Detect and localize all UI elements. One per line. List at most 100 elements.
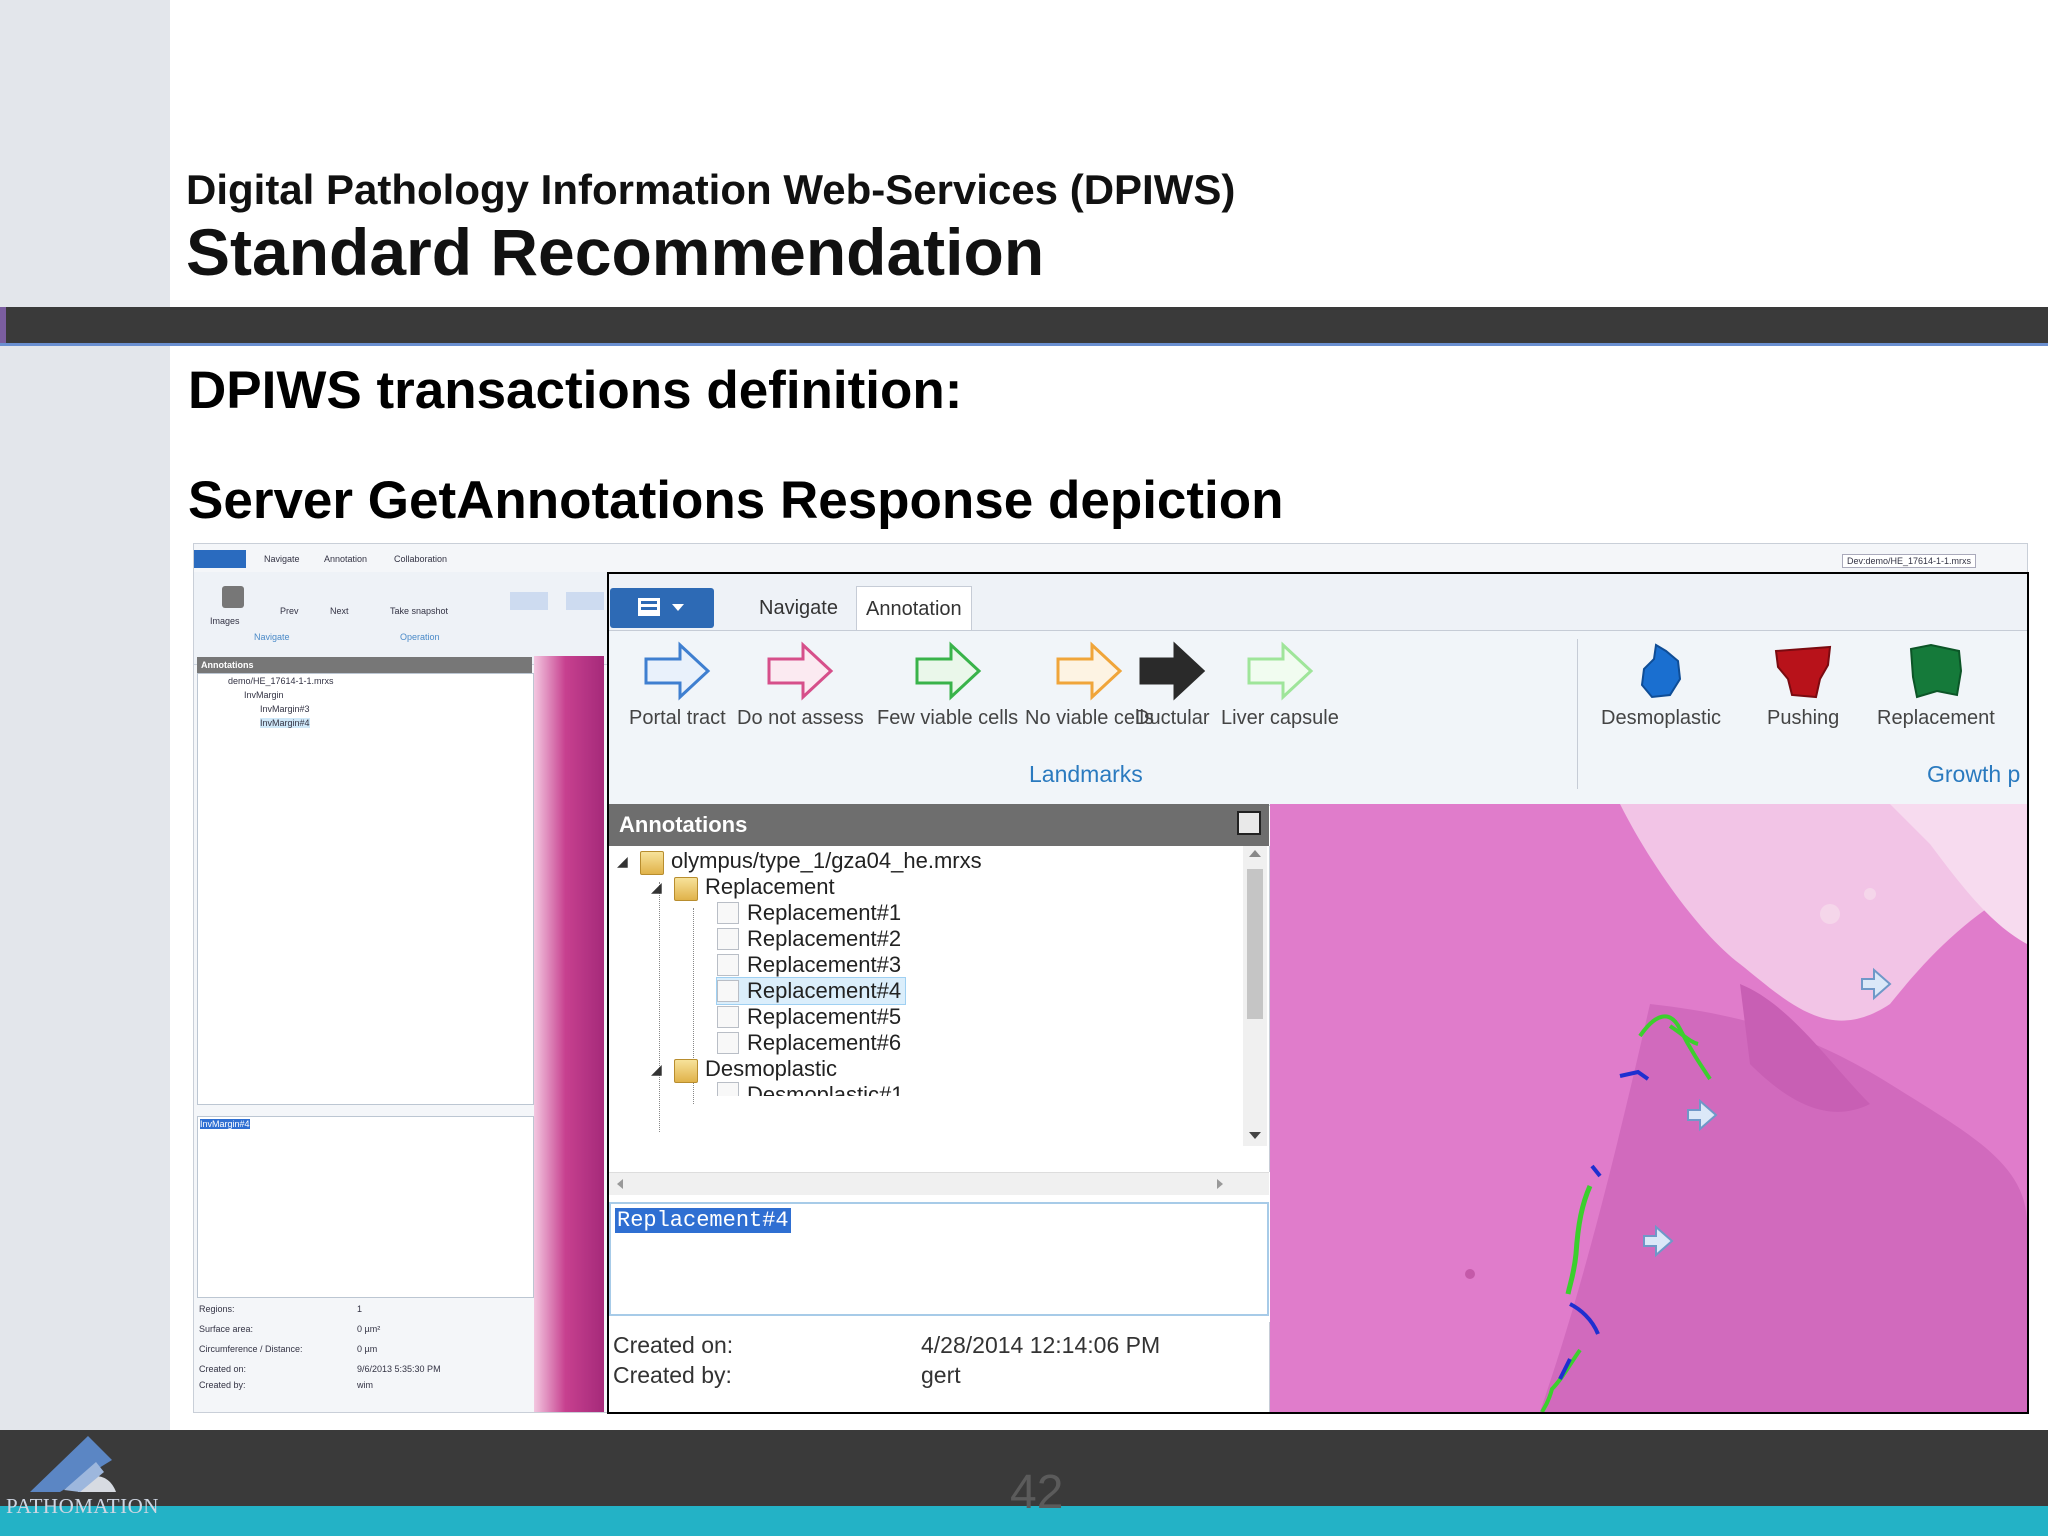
- tree-item[interactable]: Replacement#2: [717, 926, 901, 952]
- tree-horizontal-scrollbar[interactable]: [609, 1172, 1269, 1195]
- tree-item[interactable]: Replacement#3: [717, 952, 901, 978]
- tree-item-label: Replacement#5: [747, 1004, 902, 1029]
- checkbox[interactable]: [717, 1082, 739, 1096]
- few-viable-cells-arrow-icon: [915, 641, 981, 701]
- bg-info-label: Surface area:: [199, 1324, 254, 1334]
- section-subheading: Server GetAnnotations Response depiction: [188, 471, 1284, 530]
- scroll-right-icon[interactable]: [1217, 1179, 1223, 1189]
- group-label-landmarks: Landmarks: [1029, 761, 1143, 787]
- bg-tree-folder[interactable]: InvMargin: [244, 690, 284, 700]
- folder-icon: [639, 848, 665, 875]
- checkbox[interactable]: [717, 980, 739, 1002]
- tab-annotation[interactable]: Annotation: [856, 586, 972, 631]
- checkbox[interactable]: [717, 902, 739, 924]
- replacement-region-icon: [1909, 643, 1962, 699]
- tool-portal-tract[interactable]: Portal tract: [629, 641, 726, 730]
- tool-pushing[interactable]: Pushing: [1767, 641, 1839, 730]
- tree-root[interactable]: ◢ olympus/type_1/gza04_he.mrxs: [617, 848, 982, 875]
- tree-item-label: Desmoplastic#1: [747, 1082, 904, 1096]
- tool-do-not-assess[interactable]: Do not assess: [737, 641, 864, 730]
- tree-folder-desmoplastic[interactable]: ◢ Desmoplastic: [651, 1056, 838, 1083]
- bg-info-label: Created by:: [199, 1380, 246, 1390]
- scroll-down-icon[interactable]: [1249, 1132, 1261, 1139]
- tool-few-viable-cells[interactable]: Few viable cells: [877, 641, 1018, 730]
- created-by-value: gert: [921, 1362, 961, 1388]
- bg-zoom-button[interactable]: [566, 592, 604, 610]
- left-margin-strip: [0, 0, 170, 1430]
- checkbox[interactable]: [717, 1032, 739, 1054]
- annotation-description-field[interactable]: Replacement#4: [609, 1202, 1269, 1316]
- scroll-up-icon[interactable]: [1249, 850, 1261, 857]
- checkbox[interactable]: [717, 1006, 739, 1028]
- menu-icon: [638, 598, 660, 616]
- tool-replacement[interactable]: Replacement: [1877, 641, 1995, 730]
- microscope-icon: [222, 586, 244, 608]
- bg-tree-root[interactable]: demo/HE_17614-1-1.mrxs: [228, 676, 334, 686]
- bg-tab-collaboration[interactable]: Collaboration: [394, 554, 447, 564]
- tab-navigate[interactable]: Navigate: [749, 586, 848, 630]
- tree-folder-replacement[interactable]: ◢ Replacement: [651, 874, 835, 901]
- bg-description-box[interactable]: InvMargin#4: [197, 1116, 534, 1298]
- annotations-title: Annotations: [619, 812, 748, 837]
- tree-item[interactable]: Replacement#6: [717, 1030, 901, 1056]
- tree-folder-label: Desmoplastic: [705, 1056, 838, 1081]
- bg-slide-image: [534, 656, 604, 1412]
- bg-info-value: wim: [357, 1380, 373, 1390]
- bg-next-button[interactable]: Next: [330, 606, 349, 616]
- tool-label: Replacement: [1877, 707, 1995, 729]
- bg-path-box: Dev:demo/HE_17614-1-1.mrxs: [1842, 554, 1977, 568]
- bg-zoom-button[interactable]: [510, 592, 548, 610]
- tree-item[interactable]: Replacement#5: [717, 1004, 901, 1030]
- tissue-image: [1270, 804, 2027, 1412]
- bg-info-value: 0 µm: [357, 1344, 378, 1354]
- bg-tab-navigate[interactable]: Navigate: [264, 554, 300, 564]
- created-by-label: Created by:: [613, 1362, 732, 1388]
- bg-group-operation: Operation: [400, 632, 440, 642]
- bg-info-value: 0 µm²: [357, 1324, 381, 1334]
- logo-text: PATHOMATION: [6, 1494, 159, 1518]
- tree-root-label: olympus/type_1/gza04_he.mrxs: [671, 848, 982, 873]
- app-menu-button[interactable]: [610, 588, 714, 628]
- bg-snapshot-button[interactable]: Take snapshot: [390, 606, 448, 616]
- bg-menu-button[interactable]: [194, 550, 246, 568]
- pin-icon[interactable]: [1237, 811, 1261, 835]
- do-not-assess-arrow-icon: [767, 641, 834, 701]
- tool-no-viable-cells[interactable]: No viable cells: [1025, 641, 1154, 730]
- expand-icon[interactable]: ◢: [651, 1061, 673, 1078]
- pushing-region-icon: [1775, 645, 1832, 699]
- annotations-panel-header: Annotations: [609, 804, 1269, 846]
- tree-folder-label: Replacement: [705, 874, 835, 899]
- liver-capsule-arrow-icon: [1247, 641, 1314, 701]
- checkbox[interactable]: [717, 954, 739, 976]
- tool-desmoplastic[interactable]: Desmoplastic: [1601, 641, 1721, 730]
- tool-liver-capsule[interactable]: Liver capsule: [1221, 641, 1339, 730]
- slide-viewer[interactable]: [1270, 804, 2027, 1412]
- tree-item-label: Replacement#2: [747, 926, 902, 951]
- bg-tree-item[interactable]: InvMargin#4: [260, 718, 310, 728]
- created-on-label: Created on:: [613, 1332, 734, 1358]
- expand-icon[interactable]: ◢: [617, 853, 639, 870]
- checkbox[interactable]: [717, 928, 739, 950]
- bg-images-button[interactable]: Images: [210, 616, 240, 626]
- tree-item-partial[interactable]: Desmoplastic#1: [717, 1082, 904, 1096]
- tree-item-label: Replacement#1: [747, 900, 902, 925]
- bg-annotations-header: Annotations: [197, 657, 532, 673]
- tree-guide-line: [659, 882, 660, 1132]
- annotation-tree: ◢ olympus/type_1/gza04_he.mrxs ◢ Replaceme…: [609, 846, 1270, 1172]
- bg-group-navigate: Navigate: [254, 632, 290, 642]
- desmoplastic-region-icon: [1640, 643, 1682, 699]
- expand-icon[interactable]: ◢: [651, 879, 673, 896]
- tree-item-label: Replacement#3: [747, 952, 902, 977]
- bg-tab-annotation[interactable]: Annotation: [324, 554, 367, 564]
- tree-item[interactable]: Replacement#1: [717, 900, 901, 926]
- scroll-left-icon[interactable]: [617, 1179, 623, 1189]
- tool-label: Few viable cells: [877, 707, 1019, 729]
- bg-info-label: Regions:: [199, 1304, 235, 1314]
- tool-label: Liver capsule: [1221, 707, 1339, 729]
- tree-item-selected[interactable]: Replacement#4: [715, 977, 907, 1005]
- annotation-metadata: Created on: 4/28/2014 12:14:06 PM Create…: [609, 1322, 1270, 1412]
- scrollbar-thumb[interactable]: [1247, 869, 1263, 1019]
- bg-tree-item[interactable]: InvMargin#3: [260, 704, 310, 714]
- bg-info-value: 9/6/2013 5:35:30 PM: [357, 1364, 441, 1374]
- bg-prev-button[interactable]: Prev: [280, 606, 299, 616]
